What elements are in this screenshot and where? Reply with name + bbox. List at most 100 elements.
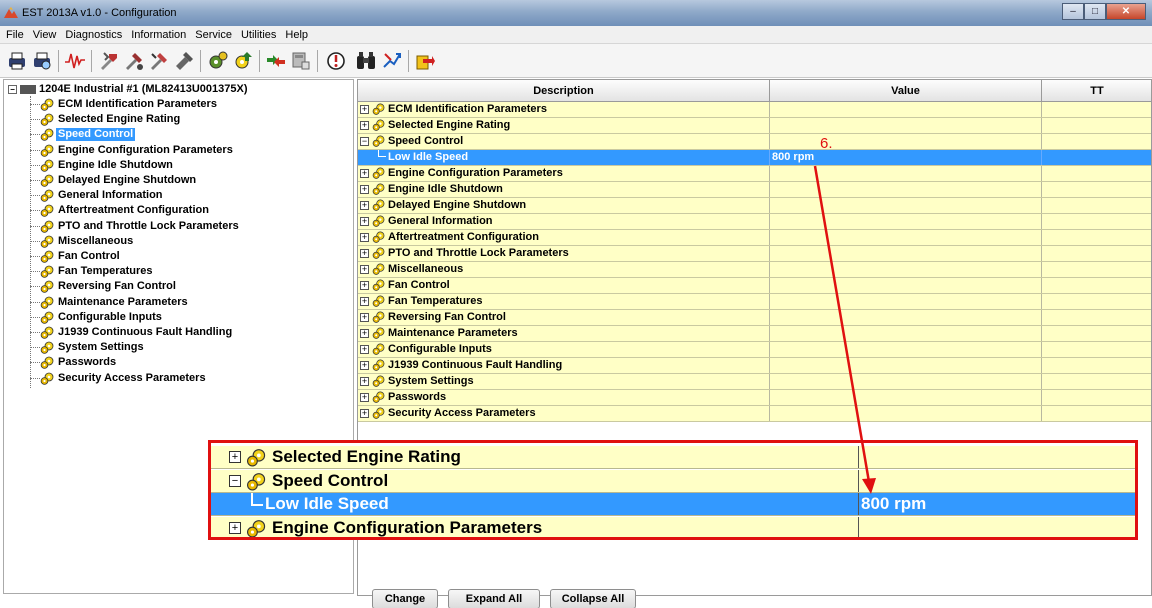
expand-icon[interactable]: + (360, 377, 369, 386)
table-row[interactable]: + Fan Temperatures (358, 294, 1151, 310)
expand-icon[interactable]: + (360, 233, 369, 242)
value-cell[interactable] (770, 246, 1042, 261)
table-row[interactable]: + Engine Configuration Parameters (358, 166, 1151, 182)
collapse-icon[interactable]: − (8, 84, 17, 94)
value-cell[interactable] (770, 406, 1042, 421)
expand-icon[interactable]: + (360, 361, 369, 370)
value-cell[interactable] (770, 166, 1042, 181)
table-row[interactable]: + PTO and Throttle Lock Parameters (358, 246, 1151, 262)
expand-icon[interactable]: + (360, 185, 369, 194)
value-cell[interactable] (770, 374, 1042, 389)
value-cell[interactable] (770, 390, 1042, 405)
value-cell[interactable] (770, 198, 1042, 213)
table-row[interactable]: + Configurable Inputs (358, 342, 1151, 358)
column-header-value[interactable]: Value (770, 80, 1042, 102)
export-icon[interactable] (414, 50, 436, 72)
menu-file[interactable]: File (6, 29, 24, 41)
table-row[interactable]: Low Idle Speed 800 rpm (358, 150, 1151, 166)
expand-icon[interactable]: + (360, 313, 369, 322)
expand-icon[interactable]: + (360, 345, 369, 354)
expand-icon[interactable]: + (360, 169, 369, 178)
expand-icon[interactable]: + (360, 329, 369, 338)
collapse-all-button[interactable]: Collapse All (550, 589, 636, 608)
change-button[interactable]: Change (372, 589, 438, 608)
tree-item[interactable]: Fan Control (30, 249, 122, 264)
column-header-description[interactable]: Description (358, 80, 770, 102)
value-cell[interactable]: 800 rpm (770, 150, 1042, 165)
tools-icon-2[interactable] (123, 50, 145, 72)
tools-icon-4[interactable] (173, 50, 195, 72)
value-cell[interactable] (770, 358, 1042, 373)
table-row[interactable]: + Miscellaneous (358, 262, 1151, 278)
tree-item[interactable]: Security Access Parameters (30, 371, 208, 386)
print-icon[interactable] (6, 50, 28, 72)
tree-item[interactable]: ECM Identification Parameters (30, 97, 219, 112)
tree-item[interactable]: Miscellaneous (30, 234, 135, 249)
tree-item[interactable]: System Settings (30, 340, 146, 355)
tools-icon-1[interactable] (98, 50, 120, 72)
tree-item[interactable]: Delayed Engine Shutdown (30, 173, 198, 188)
value-cell[interactable] (770, 326, 1042, 341)
expand-icon[interactable]: + (360, 217, 369, 226)
tree-item[interactable]: General Information (30, 188, 165, 203)
tree-item[interactable]: Maintenance Parameters (30, 295, 190, 310)
gear-upload-icon[interactable] (232, 50, 254, 72)
table-row[interactable]: + Maintenance Parameters (358, 326, 1151, 342)
tree-item[interactable]: Speed Control (30, 127, 136, 142)
print-preview-icon[interactable] (31, 50, 53, 72)
signal-icon[interactable] (381, 50, 403, 72)
column-header-tt[interactable]: TT (1042, 80, 1151, 102)
tree-item[interactable]: Engine Configuration Parameters (30, 143, 235, 158)
value-cell[interactable] (770, 294, 1042, 309)
tree-item[interactable]: Reversing Fan Control (30, 279, 178, 294)
tree-item[interactable]: Selected Engine Rating (30, 112, 182, 127)
collapse-icon[interactable]: − (360, 137, 369, 146)
value-cell[interactable] (770, 262, 1042, 277)
menu-help[interactable]: Help (285, 29, 308, 41)
menu-diagnostics[interactable]: Diagnostics (65, 29, 122, 41)
tree-item[interactable]: J1939 Continuous Fault Handling (30, 325, 234, 340)
tree-item[interactable]: Aftertreatment Configuration (30, 203, 211, 218)
table-row[interactable]: + General Information (358, 214, 1151, 230)
value-cell[interactable] (770, 310, 1042, 325)
table-row[interactable]: + J1939 Continuous Fault Handling (358, 358, 1151, 374)
menu-utilities[interactable]: Utilities (241, 29, 276, 41)
minimize-button[interactable]: – (1062, 3, 1084, 20)
binoculars-icon[interactable] (355, 50, 377, 72)
tree-item[interactable]: Engine Idle Shutdown (30, 158, 175, 173)
value-cell[interactable] (770, 134, 1042, 149)
table-row[interactable]: − Speed Control (358, 134, 1151, 150)
table-row[interactable]: + Engine Idle Shutdown (358, 182, 1151, 198)
table-row[interactable]: + Reversing Fan Control (358, 310, 1151, 326)
fault-icon[interactable] (325, 50, 347, 72)
expand-icon[interactable]: + (360, 409, 369, 418)
table-row[interactable]: + Selected Engine Rating (358, 118, 1151, 134)
expand-icon[interactable]: + (360, 265, 369, 274)
expand-icon[interactable]: + (360, 393, 369, 402)
menu-view[interactable]: View (33, 29, 57, 41)
expand-icon[interactable]: + (360, 105, 369, 114)
value-cell[interactable] (770, 102, 1042, 117)
close-button[interactable]: ✕ (1106, 3, 1146, 20)
tree-item[interactable]: Fan Temperatures (30, 264, 155, 279)
table-row[interactable]: + Delayed Engine Shutdown (358, 198, 1151, 214)
tools-icon-3[interactable] (148, 50, 170, 72)
value-cell[interactable] (770, 230, 1042, 245)
table-row[interactable]: + ECM Identification Parameters (358, 102, 1151, 118)
menu-service[interactable]: Service (195, 29, 232, 41)
expand-all-button[interactable]: Expand All (448, 589, 540, 608)
table-row[interactable]: + Fan Control (358, 278, 1151, 294)
table-row[interactable]: + Security Access Parameters (358, 406, 1151, 422)
table-row[interactable]: + Passwords (358, 390, 1151, 406)
tree-item[interactable]: Passwords (30, 355, 118, 370)
expand-icon[interactable]: + (360, 297, 369, 306)
waveform-icon[interactable] (64, 50, 86, 72)
value-cell[interactable] (770, 342, 1042, 357)
table-row[interactable]: + System Settings (358, 374, 1151, 390)
value-cell[interactable] (770, 118, 1042, 133)
connect-icon[interactable] (265, 50, 287, 72)
value-cell[interactable] (770, 182, 1042, 197)
expand-icon[interactable]: + (360, 201, 369, 210)
expand-icon[interactable]: + (360, 281, 369, 290)
value-cell[interactable] (770, 214, 1042, 229)
